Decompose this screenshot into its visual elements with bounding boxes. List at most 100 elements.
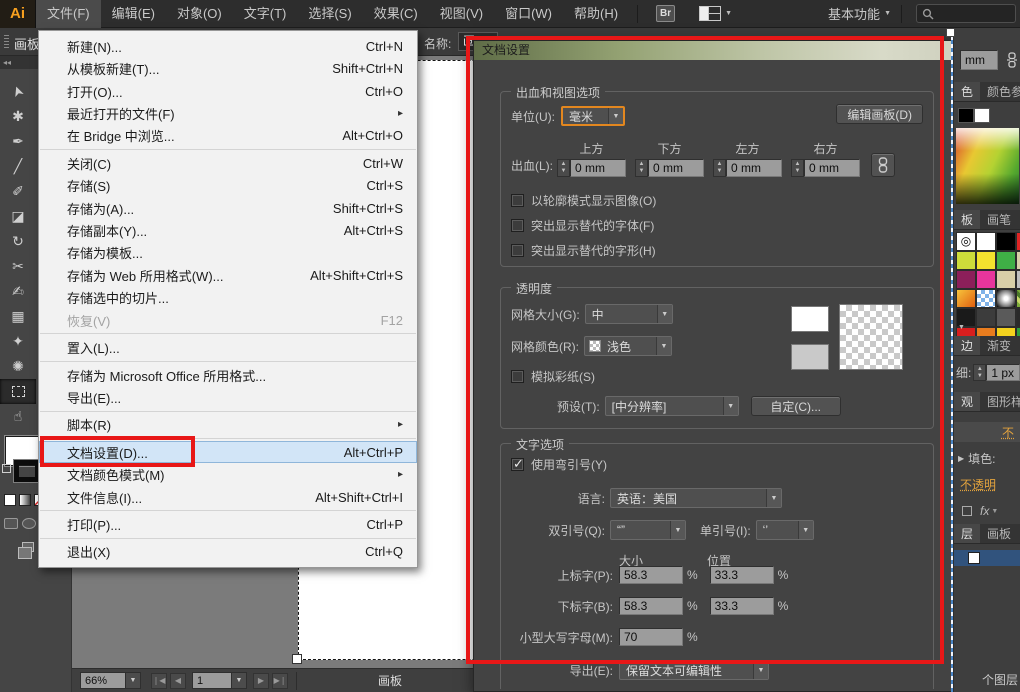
edit-artboard-button[interactable]: 编辑画板(D) <box>836 104 923 124</box>
swatch[interactable] <box>1016 270 1020 289</box>
app-logo[interactable]: Ai <box>0 0 36 28</box>
menubar-item-5[interactable]: 选择(S) <box>297 0 362 28</box>
draw-normal-mode-button[interactable] <box>4 518 18 529</box>
symbol-sprayer-tool[interactable]: ✺ <box>0 354 36 379</box>
file-menu-item[interactable]: 存储为 Web 所用格式(W)...Alt+Shift+Ctrl+S <box>39 264 417 286</box>
swatch[interactable] <box>996 251 1016 270</box>
swatch[interactable] <box>1016 251 1020 270</box>
swatch[interactable] <box>976 251 996 270</box>
tab-brushes[interactable]: 画笔 <box>980 210 1018 229</box>
mesh-tool[interactable]: ▦ <box>0 304 36 329</box>
menubar-item-8[interactable]: 窗口(W) <box>494 0 563 28</box>
appearance-row-stroke[interactable]: 不 <box>954 422 1020 442</box>
tab-gradient[interactable]: 渐变 <box>980 336 1018 355</box>
stroke-weight-input[interactable]: 1 px <box>986 364 1020 381</box>
checkbox-row[interactable]: 使用弯引号(Y) <box>511 456 607 473</box>
grid-color-dropdown[interactable]: 浅色▼ <box>584 336 672 356</box>
file-menu-item[interactable]: 新建(N)...Ctrl+N <box>39 35 417 57</box>
tab-artboards[interactable]: 画板 <box>980 524 1018 543</box>
highlight-substituted-fonts-checkbox[interactable] <box>511 219 524 232</box>
export-dropdown[interactable]: 保留文本可编辑性▼ <box>619 660 769 680</box>
file-menu-item[interactable]: 存储为模板... <box>39 242 417 264</box>
rotate-tool[interactable]: ↻ <box>0 229 36 254</box>
panel-grip[interactable] <box>4 35 9 49</box>
tab-swatches[interactable]: 板 <box>954 210 980 229</box>
expand-arrow-icon[interactable]: ▶ <box>958 454 964 463</box>
dialog-title-bar[interactable]: 文档设置 <box>474 41 954 60</box>
file-menu-item[interactable]: 存储选中的切片... <box>39 287 417 309</box>
use-typographers-quotes-checkbox[interactable] <box>511 458 524 471</box>
subscript-size-input[interactable]: 58.3 <box>619 597 683 615</box>
file-menu-item[interactable]: 退出(X)Ctrl+Q <box>39 541 417 563</box>
shape-builder-tool[interactable]: ◪ <box>0 204 36 229</box>
swatch[interactable] <box>996 289 1016 308</box>
flattener-preset-dropdown[interactable]: [中分辨率]▼ <box>605 396 739 416</box>
stepper[interactable]: ▲▼ <box>557 159 570 177</box>
file-menu-item[interactable]: 导出(E)... <box>39 386 417 408</box>
pen-tool[interactable]: ✒ <box>0 129 36 154</box>
double-quotes-dropdown[interactable]: “”▼ <box>610 520 686 540</box>
simulate-colored-paper-checkbox[interactable] <box>511 370 524 383</box>
swatch[interactable] <box>996 232 1016 251</box>
bleed-value-input[interactable]: 0 mm <box>570 159 626 177</box>
superscript-size-input[interactable]: 58.3 <box>619 566 683 584</box>
artboard-tool[interactable] <box>0 379 36 404</box>
custom-flattener-button[interactable]: 自定(C)... <box>751 396 841 416</box>
file-menu-item[interactable]: 打开(O)...Ctrl+O <box>39 80 417 102</box>
language-dropdown[interactable]: 英语：美国▼ <box>610 488 782 508</box>
stroke-weight-stepper[interactable]: ▲▼ <box>973 364 986 381</box>
file-menu-item[interactable]: 关闭(C)Ctrl+W <box>39 152 417 174</box>
panel-menu-arrow[interactable]: ▼ <box>958 324 1020 331</box>
stroke-color-swatch[interactable] <box>14 460 40 482</box>
stepper[interactable]: ▲▼ <box>635 159 648 177</box>
artboard-dropdown-arrow[interactable]: ▼ <box>232 672 247 689</box>
artboard-number-input[interactable]: 1 <box>192 672 232 689</box>
arrange-documents-icon[interactable] <box>699 6 721 21</box>
file-menu-item[interactable]: 文档设置(D)...Alt+Ctrl+P <box>39 441 417 463</box>
swatch[interactable] <box>1016 289 1020 308</box>
new-item-icon[interactable] <box>962 506 972 516</box>
menubar-item-2[interactable]: 编辑(E) <box>101 0 166 28</box>
stepper[interactable]: ▲▼ <box>791 159 804 177</box>
swatch[interactable] <box>996 270 1016 289</box>
stepper[interactable]: ▲▼ <box>713 159 726 177</box>
superscript-position-input[interactable]: 33.3 <box>710 566 774 584</box>
zoom-dropdown-arrow[interactable]: ▼ <box>126 672 141 689</box>
swatch[interactable] <box>976 270 996 289</box>
file-menu-item[interactable]: 打印(P)...Ctrl+P <box>39 513 417 535</box>
tab-appearance[interactable]: 观 <box>954 392 980 411</box>
color-spectrum[interactable] <box>956 128 1019 204</box>
unit-dropdown[interactable]: 毫米▼ <box>561 106 625 126</box>
tab-color-guide[interactable]: 颜色参 <box>980 82 1020 101</box>
highlight-substituted-glyphs-checkbox[interactable] <box>511 244 524 257</box>
subscript-position-input[interactable]: 33.3 <box>710 597 774 615</box>
layer-row-selected[interactable] <box>954 550 1020 566</box>
menubar-item-9[interactable]: 帮助(H) <box>563 0 629 28</box>
swatch[interactable] <box>956 289 976 308</box>
artboard-corner-handle[interactable] <box>292 654 302 664</box>
bleed-value-input[interactable]: 0 mm <box>648 159 704 177</box>
small-caps-input[interactable]: 70 <box>619 628 683 646</box>
screen-mode-icon[interactable] <box>22 542 34 552</box>
checkbox-row[interactable]: 突出显示替代的字体(F) <box>511 217 654 234</box>
first-artboard-button[interactable]: ❘◀ <box>151 673 167 689</box>
outline-images-checkbox[interactable] <box>511 194 524 207</box>
file-menu-item[interactable]: 存储为(A)...Shift+Ctrl+S <box>39 197 417 219</box>
file-menu-item[interactable]: 置入(L)... <box>39 336 417 358</box>
fx-icon[interactable]: fx <box>980 504 989 518</box>
eyedropper-tool[interactable]: ✦ <box>0 329 36 354</box>
bridge-icon[interactable]: Br <box>656 5 675 22</box>
appearance-row-fill[interactable]: ▶ 填色: <box>958 450 1020 467</box>
scissors-tool[interactable]: ✂ <box>0 254 36 279</box>
swatch[interactable] <box>976 232 996 251</box>
file-menu-item[interactable]: 最近打开的文件(F)▸ <box>39 102 417 124</box>
bleed-value-input[interactable]: 0 mm <box>726 159 782 177</box>
swatch[interactable] <box>956 270 976 289</box>
menubar-item-6[interactable]: 效果(C) <box>363 0 429 28</box>
black-swatch[interactable] <box>958 108 974 123</box>
file-menu-item[interactable]: 恢复(V)F12 <box>39 309 417 331</box>
magic-wand-tool[interactable]: ✱ <box>0 104 36 129</box>
registration-swatch[interactable]: ◎ <box>956 232 976 251</box>
file-menu-item[interactable]: 在 Bridge 中浏览...Alt+Ctrl+O <box>39 125 417 147</box>
unit-input[interactable]: mm <box>960 50 998 70</box>
